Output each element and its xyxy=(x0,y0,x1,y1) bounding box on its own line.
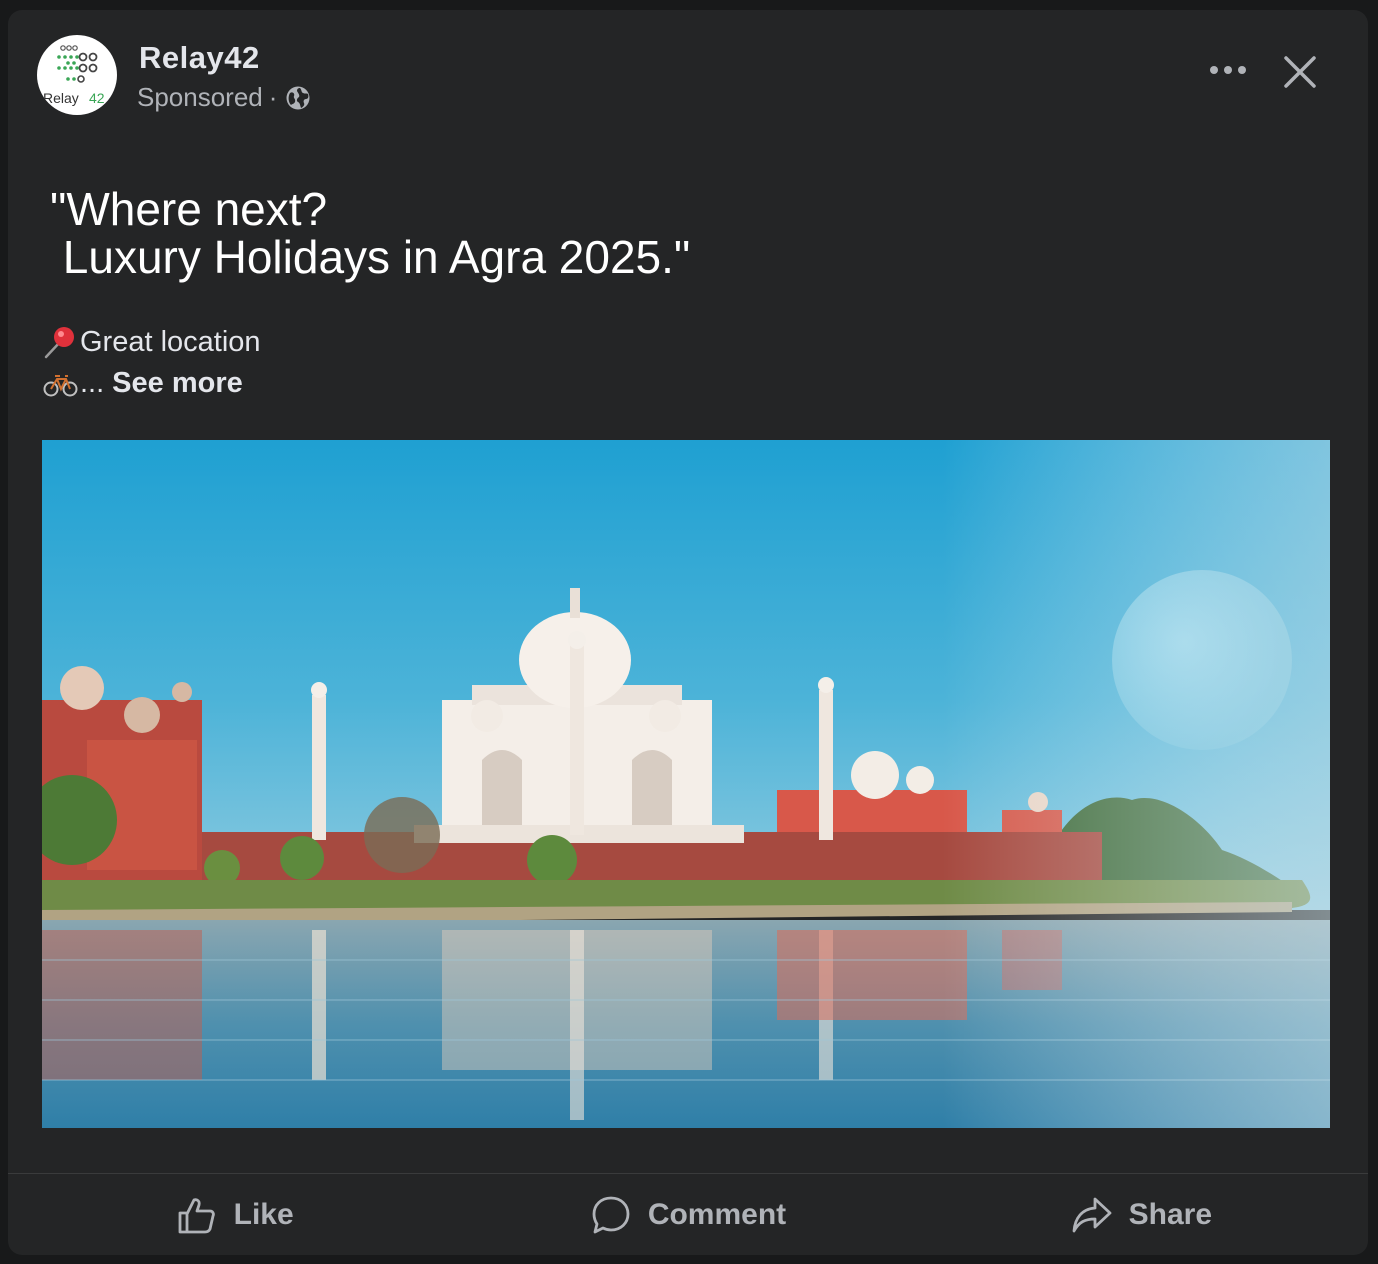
svg-text:Relay: Relay xyxy=(43,90,79,106)
meta-separator: · xyxy=(268,82,278,112)
post-header: Relay 42 Relay42 Sponsored · xyxy=(8,10,1368,140)
like-label: Like xyxy=(233,1197,294,1231)
page-avatar[interactable]: Relay 42 xyxy=(37,35,117,115)
round-pushpin-icon xyxy=(42,324,80,360)
text-ellipsis: ... xyxy=(80,366,105,399)
location-text: Great location xyxy=(80,325,261,358)
comment-button[interactable]: Comment xyxy=(461,1174,914,1255)
ad-image[interactable] xyxy=(42,440,1330,1128)
sponsored-meta: Sponsored · xyxy=(137,82,311,113)
sponsored-post-card: Relay 42 Relay42 Sponsored · "Where next… xyxy=(8,10,1368,1255)
share-label: Share xyxy=(1128,1197,1213,1231)
more-horizontal-icon xyxy=(1210,66,1246,74)
like-button[interactable]: Like xyxy=(8,1174,461,1255)
page-name-link[interactable]: Relay42 xyxy=(139,40,260,76)
body-line-location: Great location xyxy=(42,324,261,360)
relay42-logo-icon: Relay 42 xyxy=(43,45,105,106)
thumbs-up-icon xyxy=(178,1197,215,1233)
sponsored-label[interactable]: Sponsored xyxy=(137,82,263,113)
ad-headline: "Where next? Luxury Holidays in Agra 202… xyxy=(50,183,691,283)
bicycle-icon xyxy=(42,365,80,401)
svg-text:42: 42 xyxy=(89,90,105,106)
share-arrow-icon xyxy=(1072,1197,1112,1232)
taj-mahal-photo xyxy=(42,440,1330,1128)
post-actions-bar: Like Comment Share xyxy=(8,1174,1368,1255)
close-icon xyxy=(1284,56,1316,88)
comment-icon xyxy=(592,1196,630,1233)
body-line-more: ... See more xyxy=(42,365,243,401)
see-more-link[interactable]: See more xyxy=(112,367,243,400)
more-options-button[interactable] xyxy=(1200,52,1256,88)
globe-icon[interactable] xyxy=(285,85,311,111)
share-button[interactable]: Share xyxy=(915,1174,1368,1255)
close-button[interactable] xyxy=(1276,48,1324,96)
comment-label: Comment xyxy=(647,1197,787,1231)
